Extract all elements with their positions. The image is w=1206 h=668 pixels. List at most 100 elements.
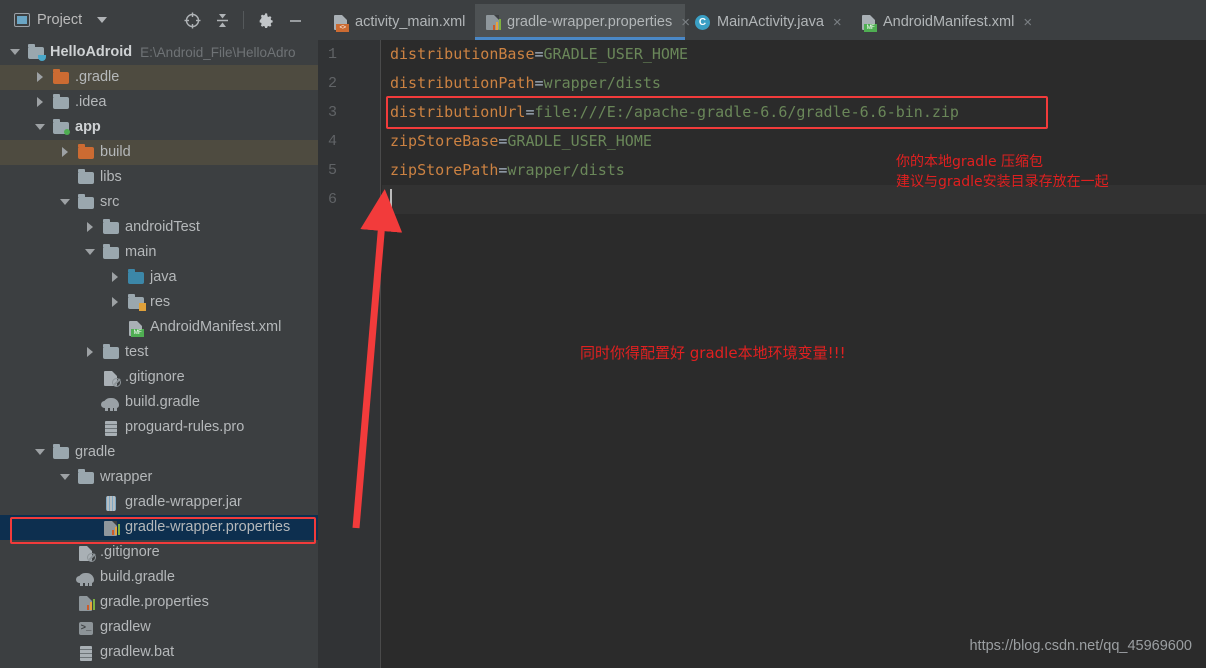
collapse-all-icon[interactable] — [207, 5, 237, 35]
tree-row-label: AndroidManifest.xml — [150, 319, 282, 336]
tree-row-label: build.gradle — [100, 569, 175, 586]
tree-row-label: .idea — [75, 94, 107, 111]
file-jar-icon — [102, 495, 120, 511]
tree-row[interactable]: java — [0, 265, 318, 290]
chevron-down-icon[interactable] — [35, 447, 46, 458]
tree-row[interactable]: .gitignore — [0, 365, 318, 390]
line-number: 1 — [328, 46, 338, 63]
tree-row-label: androidTest — [125, 219, 200, 236]
tree-row[interactable]: gradle-wrapper.jar — [0, 490, 318, 515]
highlight-box-distribution-url — [386, 96, 1048, 129]
tree-row-path-note: E:\Android_File\HelloAdro — [140, 45, 296, 60]
tree-row[interactable]: libs — [0, 165, 318, 190]
tree-row[interactable]: src — [0, 190, 318, 215]
tree-row[interactable]: androidTest — [0, 215, 318, 240]
tree-row[interactable]: >_ gradlew — [0, 615, 318, 640]
code-key: zipStoreBase — [390, 132, 499, 150]
tree-row[interactable]: proguard-rules.pro — [0, 415, 318, 440]
tree-row-label: test — [125, 344, 149, 361]
minimize-icon[interactable] — [280, 5, 310, 35]
tree-row[interactable]: .idea — [0, 90, 318, 115]
highlight-box-selected-file — [10, 517, 316, 544]
tree-row[interactable]: .gradle — [0, 65, 318, 90]
code-value: wrapper/dists — [543, 74, 661, 92]
editor-tab[interactable]: C MainActivity.java × — [685, 4, 851, 40]
folder-module-green-icon — [52, 118, 70, 136]
editor-tab-label: gradle-wrapper.properties — [507, 14, 673, 30]
code-line[interactable]: distributionBase=GRADLE_USER_HOME — [382, 40, 1206, 69]
project-selector[interactable]: Project — [14, 12, 108, 28]
chevron-right-icon[interactable] — [35, 72, 46, 83]
tree-row[interactable]: HelloAdroid E:\Android_File\HelloAdro — [0, 40, 318, 65]
chevron-right-icon[interactable] — [110, 297, 121, 308]
code-key: distributionBase — [390, 45, 535, 63]
code-separator: = — [534, 74, 544, 92]
settings-gear-icon[interactable] — [250, 5, 280, 35]
locate-icon[interactable] — [177, 5, 207, 35]
project-tree[interactable]: HelloAdroid E:\Android_File\HelloAdro .gra… — [0, 40, 318, 668]
editor-tab-label: MainActivity.java — [717, 14, 824, 30]
annotation-center: 同时你得配置好 gradle本地环境变量!!! — [580, 344, 846, 362]
line-number-gutter: 1 2 3 4 5 6 — [318, 40, 380, 668]
tree-row[interactable]: MF AndroidManifest.xml — [0, 315, 318, 340]
close-icon[interactable]: × — [1023, 14, 1032, 31]
manifest-icon: MF — [860, 14, 877, 32]
chevron-right-icon[interactable] — [85, 347, 96, 358]
tree-row-label: gradlew.bat — [100, 644, 175, 661]
project-tool-window: Project HelloAdroid E:\Android_File\Hell… — [0, 0, 318, 668]
tree-row[interactable]: gradlew.bat — [0, 640, 318, 665]
file-gradle-icon — [76, 570, 95, 586]
folder-gray-icon — [52, 443, 70, 461]
tree-row[interactable]: app — [0, 115, 318, 140]
tree-row[interactable]: gradle — [0, 440, 318, 465]
tree-row[interactable]: res — [0, 290, 318, 315]
chevron-down-icon[interactable] — [97, 17, 108, 23]
tool-header-icons — [177, 0, 310, 40]
tree-row-label: src — [100, 194, 120, 211]
code-separator: = — [534, 45, 544, 63]
tree-row[interactable]: wrapper — [0, 465, 318, 490]
project-tool-header: Project — [0, 0, 318, 40]
tree-row[interactable]: build — [0, 140, 318, 165]
folder-gray-icon — [77, 168, 95, 186]
file-text-icon — [102, 420, 120, 436]
chevron-right-icon[interactable] — [110, 272, 121, 283]
project-tool-window-title: Project — [37, 12, 83, 28]
file-manifest-icon: MF — [127, 320, 145, 337]
code-key: distributionPath — [390, 74, 535, 92]
code-line[interactable]: zipStoreBase=GRADLE_USER_HOME — [382, 127, 1206, 156]
chevron-down-icon[interactable] — [60, 472, 71, 483]
chevron-down-icon[interactable] — [35, 122, 46, 133]
tree-row[interactable]: build.gradle — [0, 390, 318, 415]
tree-row[interactable]: test — [0, 340, 318, 365]
editor-tab[interactable]: <>activity_main.xml× — [323, 4, 483, 40]
chevron-right-icon[interactable] — [35, 97, 46, 108]
editor-tab[interactable]: MF AndroidManifest.xml × — [851, 4, 1032, 40]
tree-row-label: res — [150, 294, 171, 311]
code-line[interactable]: distributionPath=wrapper/dists — [382, 69, 1206, 98]
close-icon[interactable]: × — [833, 14, 842, 31]
tree-row-label: app — [75, 119, 101, 136]
editor-tab-bar[interactable]: <> activity_main.xml × gradle-wrapper.prope… — [318, 0, 1206, 40]
tree-row-label: java — [150, 269, 177, 286]
chevron-right-icon[interactable] — [60, 147, 71, 158]
tree-row-label: wrapper — [100, 469, 153, 486]
folder-gray-icon — [102, 243, 120, 261]
chevron-down-icon[interactable] — [60, 197, 71, 208]
tree-row[interactable]: build.gradle — [0, 565, 318, 590]
folder-gray-icon — [77, 193, 95, 211]
chevron-right-icon[interactable] — [85, 222, 96, 233]
chevron-down-icon[interactable] — [85, 247, 96, 258]
annotation-right-line2: 建议与gradle安装目录存放在一起 — [896, 174, 1109, 190]
tree-row[interactable]: main — [0, 240, 318, 265]
line-number: 3 — [328, 104, 338, 121]
folder-orange-icon — [52, 68, 70, 86]
editor-tab[interactable]: gradle-wrapper.properties × — [475, 4, 690, 40]
folder-gray-icon — [102, 218, 120, 236]
tree-row[interactable]: gradle.properties — [0, 590, 318, 615]
chevron-down-icon[interactable] — [10, 47, 21, 58]
